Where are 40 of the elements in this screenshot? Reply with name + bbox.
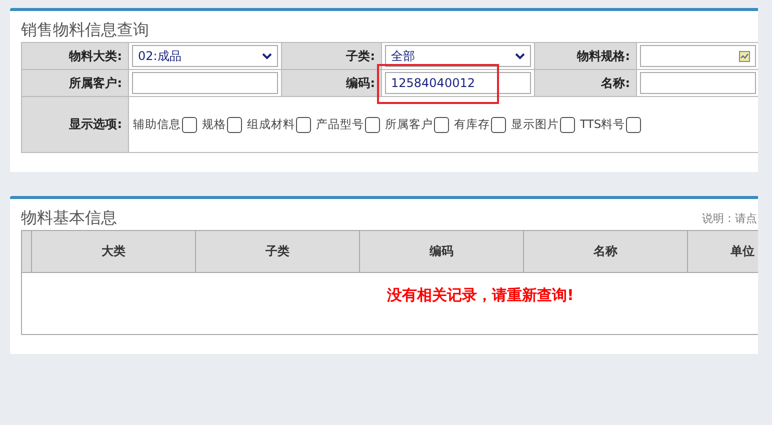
option-label: 规格 [202,117,226,132]
field-label: 子类: [282,42,382,70]
panel-title: 物料基本信息 [21,207,117,229]
option-label: 辅助信息 [133,117,181,132]
checkbox[interactable] [296,116,311,132]
column-header: 名称 [523,231,687,272]
field-label: 显示选项: [22,96,128,152]
chevron-icon [262,52,272,60]
option-label: 有库存 [454,117,490,132]
column-header: 单位 [687,231,758,272]
option-label: TTS料号 [580,117,626,132]
checkbox[interactable] [434,116,449,132]
option-label: 组成材料 [247,117,295,132]
dropdown[interactable]: 02:成品 [132,45,278,67]
checkbox[interactable] [227,116,242,132]
checkbox[interactable] [560,116,575,132]
checkbox[interactable] [491,116,506,132]
checkbox[interactable] [182,116,197,132]
note-text: 说明：请点 [702,211,757,226]
field-label: 编码: [282,70,382,96]
field-label: 名称: [534,70,636,96]
column-header: 大类 [31,231,195,272]
field-label: 物料规格: [534,42,636,70]
input-field[interactable] [132,72,278,94]
input-field[interactable]: 12584040012 [385,72,531,94]
column-header: 子类 [195,231,359,272]
field-label: 所属客户: [22,70,128,96]
option-label: 所属客户 [385,117,433,132]
checkbox[interactable] [626,116,642,132]
dropdown[interactable]: 全部 [385,45,531,67]
option-label: 产品型号 [316,117,364,132]
chevron-icon [515,52,525,60]
input-field[interactable] [640,72,756,94]
field-label: 物料大类: [22,42,128,70]
panel-title: 销售物料信息查询 [21,19,150,41]
checkbox[interactable] [365,116,380,132]
column-header: 编码 [359,231,523,272]
input-field[interactable] [640,45,756,67]
option-label: 显示图片 [511,117,559,132]
empty-message: 没有相关记录，请重新查询! [387,286,574,305]
